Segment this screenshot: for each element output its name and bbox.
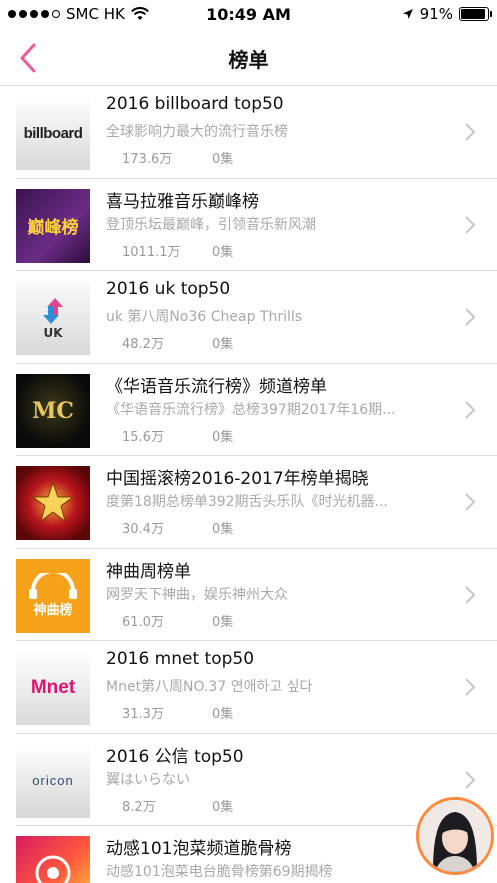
thumbnail-logo-text: Mnet <box>30 677 76 698</box>
episode-count: 0集 <box>212 522 234 537</box>
episode-count: 0集 <box>212 244 234 260</box>
location-arrow-icon <box>402 9 413 19</box>
episode-count: 0集 <box>212 337 234 352</box>
item-title: 2016 billboard top50 <box>106 94 284 114</box>
play-count: 30.4万 <box>122 522 164 537</box>
star-emblem-icon <box>31 481 75 523</box>
billboard-logo-thumbnail: billboard <box>16 96 90 170</box>
episode-count: 0集 <box>212 799 234 815</box>
chevron-right-icon <box>465 215 476 234</box>
item-title: 2016 uk top50 <box>106 279 231 299</box>
list-item[interactable]: 中国摇滚榜2016-2017年榜单揭晓 度第18期总榜单392期舌头乐队《时光机… <box>0 456 497 549</box>
chevron-right-icon <box>465 678 476 696</box>
up-down-arrows-icon <box>43 298 63 324</box>
play-count: 1011.1万 <box>122 244 181 260</box>
hit-songs-thumbnail: 神曲榜 <box>16 558 90 633</box>
list-item[interactable]: 巅峰榜 喜马拉雅音乐巅峰榜 登顶乐坛最巅峰，引领音乐新风潮 1011.1万 0集 <box>0 179 497 272</box>
item-description: 网罗天下神曲，娱乐神州大众 <box>106 586 288 603</box>
chart-list: billboard 2016 billboard top50 全球影响力最大的流… <box>0 86 497 883</box>
item-title: 《华语音乐流行榜》频道榜单 <box>106 376 327 397</box>
play-count: 61.0万 <box>122 614 164 630</box>
list-item[interactable]: UK 2016 uk top50 uk 第八周No36 Cheap Thrill… <box>0 271 497 364</box>
chevron-right-icon <box>465 493 476 511</box>
play-count: 31.3万 <box>122 707 164 722</box>
thumbnail-logo-text: billboard <box>23 124 83 142</box>
item-title: 动感101泡菜频道脆骨榜 <box>106 839 292 859</box>
thumbnail-logo-text: UK <box>43 326 63 340</box>
item-title: 喜马拉雅音乐巅峰榜 <box>106 191 259 212</box>
thumbnail-logo-text: 巅峰榜 <box>27 218 79 238</box>
dynamic101-thumbnail <box>16 836 90 883</box>
status-bar: SMC HK 10:49 AM 91% <box>0 0 497 30</box>
item-description: 全球影响力最大的流行音乐榜 <box>106 124 288 140</box>
battery-percent: 91% <box>419 5 453 23</box>
status-right: 91% <box>402 5 492 23</box>
episode-count: 0集 <box>212 614 234 630</box>
avatar-portrait-icon <box>419 800 491 872</box>
item-title: 中国摇滚榜2016-2017年榜单揭晓 <box>106 469 369 489</box>
list-item[interactable]: 神曲榜 神曲周榜单 网罗天下神曲，娱乐神州大众 61.0万 0集 <box>0 549 497 642</box>
page-title: 榜单 <box>228 48 269 72</box>
item-description: 度第18期总榜单392期舌头乐队《时光机器... <box>106 494 388 510</box>
item-description: 翼はいらない <box>106 771 190 788</box>
thumbnail-logo-text: oricon <box>32 773 74 788</box>
episode-count: 0集 <box>212 152 234 167</box>
rock-chart-thumbnail <box>16 466 90 540</box>
thumbnail-logo-text: 神曲榜 <box>33 603 73 618</box>
episode-count: 0集 <box>212 707 234 722</box>
chevron-right-icon <box>465 770 476 789</box>
item-description: Mnet第八周NO.37 연애하고 싶다 <box>106 679 313 695</box>
peak-chart-thumbnail: 巅峰榜 <box>16 188 90 263</box>
mandarin-chart-thumbnail: MC <box>16 373 90 448</box>
item-title: 2016 公信 top50 <box>106 746 244 767</box>
item-title: 2016 mnet top50 <box>106 649 255 669</box>
play-count: 48.2万 <box>122 337 164 352</box>
play-count: 173.6万 <box>122 152 173 167</box>
item-description: 动感101泡菜电台脆骨榜第69期揭榜 <box>106 864 333 880</box>
headphones-icon <box>29 573 77 599</box>
thumbnail-logo-text: MC <box>32 397 74 424</box>
mnet-thumbnail: Mnet <box>16 651 90 725</box>
play-count: 8.2万 <box>122 799 156 815</box>
nav-bar: 榜单 <box>0 30 497 86</box>
item-description: 登顶乐坛最巅峰，引领音乐新风潮 <box>106 216 316 233</box>
item-description: uk 第八周No36 Cheap Thrills <box>106 309 303 325</box>
battery-fill <box>461 9 485 19</box>
list-item[interactable]: billboard 2016 billboard top50 全球影响力最大的流… <box>0 86 497 179</box>
uk-chart-thumbnail: UK <box>16 281 90 355</box>
list-item[interactable]: MC 《华语音乐流行榜》频道榜单 《华语音乐流行榜》总榜397期2017年16期… <box>0 364 497 457</box>
chevron-right-icon <box>465 308 476 326</box>
battery-icon <box>459 7 492 21</box>
now-playing-avatar[interactable] <box>416 797 494 875</box>
radio-logo-icon <box>35 855 71 883</box>
episode-count: 0集 <box>212 429 234 445</box>
oricon-thumbnail: oricon <box>16 743 90 818</box>
chevron-right-icon <box>465 123 476 141</box>
chevron-right-icon <box>465 400 476 419</box>
item-description: 《华语音乐流行榜》总榜397期2017年16期... <box>106 401 396 418</box>
list-item[interactable]: Mnet 2016 mnet top50 Mnet第八周NO.37 연애하고 싶… <box>0 641 497 734</box>
item-title: 神曲周榜单 <box>106 561 191 582</box>
play-count: 15.6万 <box>122 429 164 445</box>
chevron-right-icon <box>465 585 476 604</box>
